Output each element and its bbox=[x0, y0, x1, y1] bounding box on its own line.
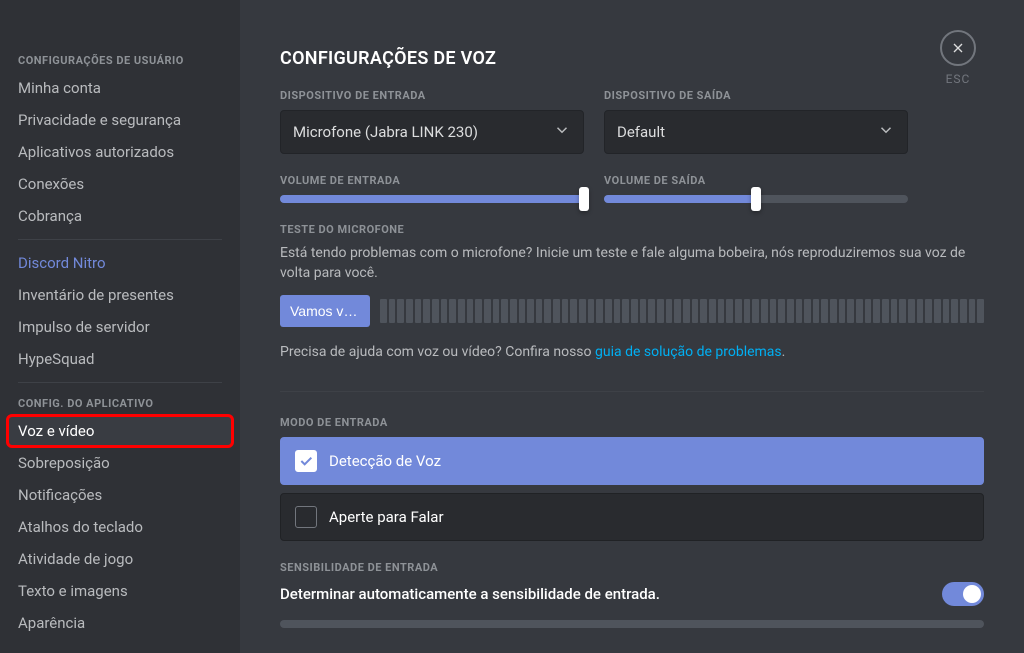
check-icon bbox=[295, 506, 317, 528]
sidebar-heading-user: CONFIGURAÇÕES DE USUÁRIO bbox=[8, 48, 232, 73]
check-icon bbox=[295, 450, 317, 472]
mic-test-button[interactable]: Vamos verif… bbox=[280, 295, 370, 327]
output-device-value: Default bbox=[617, 123, 665, 141]
settings-content: ESC CONFIGURAÇÕES DE VOZ DISPOSITIVO DE … bbox=[240, 0, 1024, 653]
input-device-label: DISPOSITIVO DE ENTRADA bbox=[280, 89, 584, 102]
output-volume-label: VOLUME DE SAÍDA bbox=[604, 174, 908, 187]
input-mode-label: MODO DE ENTRADA bbox=[280, 416, 984, 429]
sidebar-divider bbox=[18, 239, 222, 240]
chevron-down-icon bbox=[553, 121, 571, 143]
sidebar-item-notifications[interactable]: Notificações bbox=[8, 480, 232, 510]
mic-test-label: TESTE DO MICROFONE bbox=[280, 223, 984, 236]
sidebar-item-text-images[interactable]: Texto e imagens bbox=[8, 576, 232, 606]
slider-thumb[interactable] bbox=[751, 187, 761, 211]
close-icon[interactable] bbox=[940, 30, 976, 66]
mic-test-help: Está tendo problemas com o microfone? In… bbox=[280, 244, 984, 283]
auto-sensitivity-toggle[interactable] bbox=[942, 582, 984, 606]
input-device-select[interactable]: Microfone (Jabra LINK 230) bbox=[280, 110, 584, 154]
sidebar-item-my-account[interactable]: Minha conta bbox=[8, 73, 232, 103]
sidebar-item-nitro[interactable]: Discord Nitro bbox=[8, 248, 232, 278]
close-settings[interactable]: ESC bbox=[940, 30, 976, 86]
input-device-value: Microfone (Jabra LINK 230) bbox=[293, 123, 478, 141]
sidebar-divider bbox=[18, 382, 222, 383]
output-device-select[interactable]: Default bbox=[604, 110, 908, 154]
toggle-knob bbox=[963, 585, 981, 603]
mode-voice-label: Detecção de Voz bbox=[329, 452, 441, 470]
sidebar-item-hypesquad[interactable]: HypeSquad bbox=[8, 344, 232, 374]
output-volume-slider[interactable] bbox=[604, 195, 908, 203]
chevron-down-icon bbox=[877, 121, 895, 143]
troubleshoot-link[interactable]: guia de solução de problemas bbox=[595, 344, 782, 360]
sidebar-heading-app: CONFIG. DO APLICATIVO bbox=[8, 391, 232, 416]
sidebar-item-overlay[interactable]: Sobreposição bbox=[8, 448, 232, 478]
page-title: CONFIGURAÇÕES DE VOZ bbox=[280, 48, 984, 69]
sidebar-item-connections[interactable]: Conexões bbox=[8, 169, 232, 199]
input-volume-slider[interactable] bbox=[280, 195, 584, 203]
sidebar-item-authorized-apps[interactable]: Aplicativos autorizados bbox=[8, 137, 232, 167]
sensitivity-bar bbox=[280, 620, 984, 628]
sidebar-item-game-activity[interactable]: Atividade de jogo bbox=[8, 544, 232, 574]
sidebar-item-voice-video[interactable]: Voz e vídeo bbox=[8, 416, 232, 446]
mode-voice-activity[interactable]: Detecção de Voz bbox=[280, 437, 984, 485]
sidebar-item-keybinds[interactable]: Atalhos do teclado bbox=[8, 512, 232, 542]
slider-thumb[interactable] bbox=[579, 187, 589, 211]
section-divider bbox=[280, 391, 984, 392]
mode-ptt-label: Aperte para Falar bbox=[329, 508, 444, 526]
sidebar-item-appearance[interactable]: Aparência bbox=[8, 608, 232, 638]
auto-sensitivity-label: Determinar automaticamente a sensibilida… bbox=[280, 585, 660, 603]
sidebar-item-privacy[interactable]: Privacidade e segurança bbox=[8, 105, 232, 135]
sidebar-item-billing[interactable]: Cobrança bbox=[8, 201, 232, 231]
close-label: ESC bbox=[946, 72, 971, 86]
voice-help-line: Precisa de ajuda com voz ou vídeo? Confi… bbox=[280, 343, 984, 363]
sidebar-item-gift-inventory[interactable]: Inventário de presentes bbox=[8, 280, 232, 310]
sidebar-item-server-boost[interactable]: Impulso de servidor bbox=[8, 312, 232, 342]
settings-sidebar: CONFIGURAÇÕES DE USUÁRIO Minha conta Pri… bbox=[0, 0, 240, 653]
input-volume-label: VOLUME DE ENTRADA bbox=[280, 174, 584, 187]
sensitivity-label: SENSIBILIDADE DE ENTRADA bbox=[280, 561, 984, 574]
mic-level-meter bbox=[380, 299, 984, 323]
mode-push-to-talk[interactable]: Aperte para Falar bbox=[280, 493, 984, 541]
output-device-label: DISPOSITIVO DE SAÍDA bbox=[604, 89, 908, 102]
